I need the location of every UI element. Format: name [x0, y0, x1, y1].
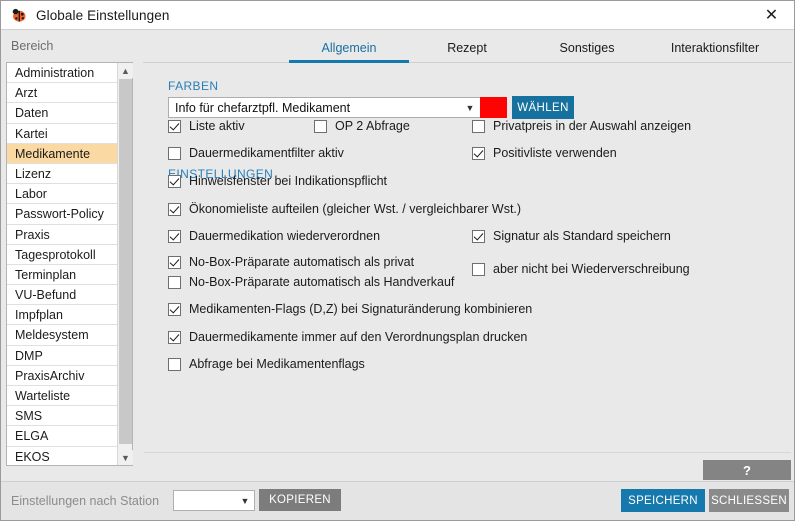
- checkmark-icon[interactable]: [168, 255, 181, 269]
- checkmark-icon[interactable]: [168, 330, 181, 344]
- checkbox-label: Signatur als Standard speichern: [493, 229, 671, 243]
- checkbox-box[interactable]: [314, 119, 327, 133]
- checkbox-box[interactable]: [472, 119, 485, 133]
- checkbox-label: Dauermedikation wiederverordnen: [189, 229, 381, 243]
- checkmark-icon[interactable]: [168, 302, 181, 316]
- checkbox-label: No-Box-Präparate automatisch als Handver…: [189, 275, 455, 289]
- sidebar-item-warteliste[interactable]: Warteliste: [7, 386, 117, 407]
- sidebar-item-praxisarchiv[interactable]: PraxisArchiv: [7, 366, 117, 386]
- checkbox-no-box-präparate-automatisch-als-privat[interactable]: No-Box-Präparate automatisch als privat: [168, 255, 414, 269]
- checkbox-label: Dauermedikamente immer auf den Verordnun…: [189, 330, 528, 344]
- sidebar-item-kartei[interactable]: Kartei: [7, 124, 117, 144]
- checkbox-label: Liste aktiv: [189, 119, 245, 133]
- checkbox-dauermedikation-wiederverordnen[interactable]: Dauermedikation wiederverordnen: [168, 229, 380, 243]
- checkmark-icon[interactable]: [472, 146, 485, 160]
- close-button[interactable]: SCHLIESSEN: [709, 489, 789, 512]
- sidebar-item-praxis[interactable]: Praxis: [7, 225, 117, 245]
- checkbox-liste-aktiv[interactable]: Liste aktiv: [168, 119, 245, 133]
- scroll-down-icon[interactable]: ▼: [118, 450, 133, 465]
- checkbox-signatur-als-standard-speichern[interactable]: Signatur als Standard speichern: [472, 229, 671, 243]
- checkbox-label: Medikamenten-Flags (D,Z) bei Signaturänd…: [189, 302, 533, 316]
- scroll-up-icon[interactable]: ▲: [118, 63, 133, 78]
- tab-allgemein[interactable]: Allgemein: [289, 32, 409, 63]
- checkbox-label: Dauermedikamentfilter aktiv: [189, 146, 344, 160]
- chevron-down-icon: ▼: [240, 495, 250, 506]
- sidebar-item-administration[interactable]: Administration: [7, 63, 117, 84]
- choose-color-button[interactable]: WÄHLEN: [512, 96, 574, 119]
- help-button[interactable]: ?: [703, 460, 791, 480]
- section-heading-farben: FARBEN: [168, 79, 219, 93]
- tab-content-allgemein: FARBEN Info für chefarztpfl. Medikament …: [142, 63, 793, 480]
- sidebar-item-medikamente[interactable]: Medikamente: [7, 143, 117, 164]
- checkmark-icon[interactable]: [168, 119, 181, 133]
- checkbox-label: Privatpreis in der Auswahl anzeigen: [493, 119, 692, 133]
- checkbox-box[interactable]: [168, 146, 181, 160]
- checkbox-label: Positivliste verwenden: [493, 146, 617, 160]
- title-bar: Globale Einstellungen ✕: [1, 1, 794, 30]
- sidebar-item-vu-befund[interactable]: VU-Befund: [7, 285, 117, 306]
- color-select-value: Info für chefarztpfl. Medikament: [175, 100, 351, 115]
- sidebar-item-passwort-policy[interactable]: Passwort-Policy: [7, 204, 117, 225]
- color-select-dropdown[interactable]: Info für chefarztpfl. Medikament ▼: [168, 97, 481, 118]
- chevron-down-icon: ▼: [465, 102, 475, 113]
- checkbox-label: Ökonomieliste aufteilen (gleicher Wst. /…: [189, 202, 522, 216]
- sidebar-list-container: Administration Arzt Daten Kartei Medikamente…: [6, 62, 133, 466]
- tab-rezept[interactable]: Rezept: [419, 32, 515, 63]
- checkbox-label: Abfrage bei Medikamentenflags: [189, 357, 365, 371]
- tab-bar: Allgemein Rezept Sonstiges Interaktionsfilt…: [141, 32, 794, 63]
- globale-einstellungen-window: Globale Einstellungen ✕ Bereich Administ…: [0, 0, 795, 521]
- sidebar-item-elga[interactable]: ELGA: [7, 426, 117, 447]
- sidebar-header: Bereich: [11, 39, 54, 53]
- sidebar-item-meldesystem[interactable]: Meldesystem: [7, 325, 117, 346]
- scrollbar-thumb[interactable]: [119, 79, 132, 444]
- checkbox-box[interactable]: [168, 357, 181, 371]
- checkmark-icon[interactable]: [168, 174, 181, 188]
- sidebar-item-daten[interactable]: Daten: [7, 103, 117, 124]
- checkbox-box[interactable]: [472, 262, 485, 276]
- station-select-dropdown[interactable]: ▼: [173, 490, 255, 511]
- tab-interaktionsfilter[interactable]: Interaktionsfilter: [649, 32, 781, 63]
- sidebar-item-terminplan[interactable]: Terminplan: [7, 265, 117, 286]
- checkbox-hinweisfenster-bei-indikationspflicht[interactable]: Hinweisfenster bei Indikationspflicht: [168, 174, 387, 188]
- checkbox-privatpreis-in-der-auswahl-anzeigen[interactable]: Privatpreis in der Auswahl anzeigen: [472, 119, 691, 133]
- sidebar-item-tagesprotokoll[interactable]: Tagesprotokoll: [7, 245, 117, 265]
- checkbox-dauermedikamente-immer-auf-den-verordnungsplan-drucken[interactable]: Dauermedikamente immer auf den Verordnun…: [168, 330, 527, 344]
- save-button[interactable]: SPEICHERN: [621, 489, 705, 512]
- checkbox-medikamenten-flags-d-z-bei-signaturänderung-kombinieren[interactable]: Medikamenten-Flags (D,Z) bei Signaturänd…: [168, 302, 532, 316]
- checkbox-label: Hinweisfenster bei Indikationspflicht: [189, 174, 388, 188]
- checkbox-aber-nicht-bei-wiederverschreibung[interactable]: aber nicht bei Wiederverschreibung: [472, 262, 690, 276]
- checkbox-label: No-Box-Präparate automatisch als privat: [189, 255, 415, 269]
- checkbox-no-box-präparate-automatisch-als-handverkauf[interactable]: No-Box-Präparate automatisch als Handver…: [168, 275, 454, 289]
- checkbox-abfrage-bei-medikamentenflags[interactable]: Abfrage bei Medikamentenflags: [168, 357, 365, 371]
- sidebar-item-ekos[interactable]: EKOS: [7, 447, 117, 465]
- sidebar-item-lizenz[interactable]: Lizenz: [7, 164, 117, 185]
- window-title: Globale Einstellungen: [36, 7, 170, 23]
- sidebar-item-dmp[interactable]: DMP: [7, 346, 117, 366]
- checkbox-positivliste-verwenden[interactable]: Positivliste verwenden: [472, 146, 617, 160]
- copy-button[interactable]: KOPIEREN: [259, 489, 341, 511]
- sidebar-item-sms[interactable]: SMS: [7, 406, 117, 427]
- ladybug-icon: [10, 6, 28, 24]
- checkmark-icon[interactable]: [168, 229, 181, 243]
- sidebar-list[interactable]: Administration Arzt Daten Kartei Medikamente…: [7, 63, 117, 465]
- checkbox-label: aber nicht bei Wiederverschreibung: [493, 262, 690, 276]
- sidebar-item-labor[interactable]: Labor: [7, 184, 117, 205]
- checkbox-op-2-abfrage[interactable]: OP 2 Abfrage: [314, 119, 410, 133]
- sidebar-item-arzt[interactable]: Arzt: [7, 83, 117, 104]
- checkbox-box[interactable]: [168, 275, 181, 289]
- checkmark-icon[interactable]: [168, 202, 181, 216]
- station-label: Einstellungen nach Station: [11, 494, 160, 508]
- content-divider: [144, 452, 791, 453]
- color-swatch[interactable]: [480, 97, 507, 118]
- tab-sonstiges[interactable]: Sonstiges: [537, 32, 637, 63]
- checkbox-dauermedikamentfilter-aktiv[interactable]: Dauermedikamentfilter aktiv: [168, 146, 344, 160]
- footer-bar: Einstellungen nach Station ▼ KOPIEREN SP…: [1, 481, 794, 520]
- checkbox-label: OP 2 Abfrage: [335, 119, 410, 133]
- checkmark-icon[interactable]: [472, 229, 485, 243]
- checkbox-ökonomieliste-aufteilen-gleicher-wst-vergleichbarer-wst[interactable]: Ökonomieliste aufteilen (gleicher Wst. /…: [168, 202, 521, 216]
- sidebar-item-impfplan[interactable]: Impfplan: [7, 305, 117, 326]
- sidebar-scrollbar[interactable]: ▲ ▼: [117, 63, 133, 465]
- close-icon[interactable]: ✕: [749, 1, 794, 29]
